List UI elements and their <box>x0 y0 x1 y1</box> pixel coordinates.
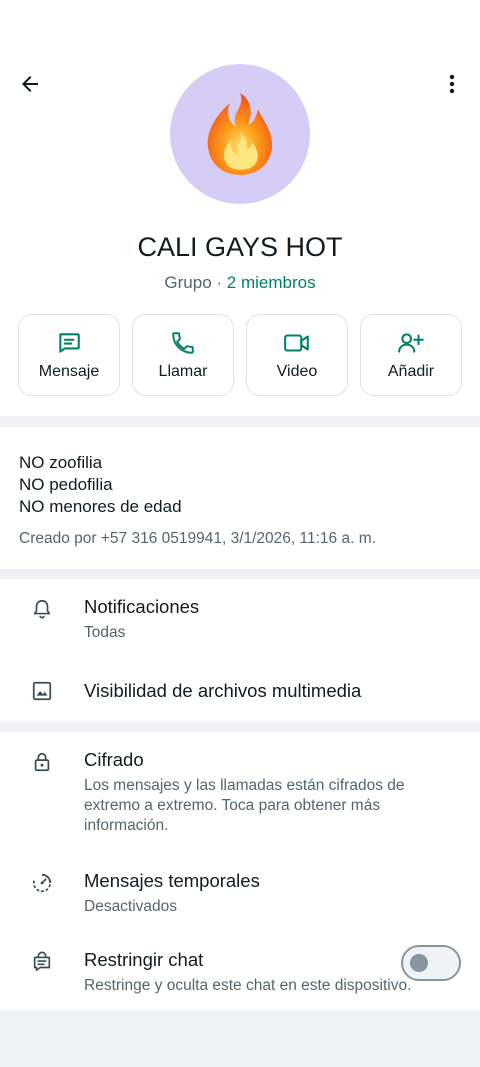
more-options-button[interactable] <box>436 68 468 100</box>
disappearing-subtitle: Desactivados <box>84 898 178 915</box>
video-button-label: Video <box>276 363 318 380</box>
message-button-label: Mensaje <box>38 363 100 380</box>
encryption-row[interactable]: Cifrado Los mensajes y las llamadas está… <box>0 736 480 846</box>
fire-icon <box>207 93 272 175</box>
back-button[interactable] <box>14 68 46 100</box>
group-info-screen: CALI GAYS HOT Grupo · 2 miembros Mensaje… <box>0 0 480 1010</box>
members-link[interactable]: 2 miembros <box>227 273 316 292</box>
video-button[interactable]: Video <box>246 314 348 396</box>
add-person-icon <box>397 329 425 357</box>
section-divider <box>0 416 480 427</box>
call-button[interactable]: Llamar <box>132 314 234 396</box>
add-member-button[interactable]: Añadir <box>360 314 462 396</box>
group-type: Grupo <box>164 273 212 292</box>
notifications-row[interactable]: Notificaciones Todas <box>0 582 480 654</box>
group-avatar[interactable] <box>170 64 310 204</box>
video-icon <box>283 329 311 357</box>
toggle-knob <box>410 954 428 972</box>
arrow-left-icon <box>22 76 38 92</box>
encryption-title: Cifrado <box>84 749 144 770</box>
more-vertical-icon <box>449 74 455 94</box>
phone-icon <box>169 329 197 357</box>
lock-icon <box>30 750 54 774</box>
disappearing-title: Mensajes temporales <box>84 870 260 891</box>
timer-icon <box>30 871 54 895</box>
restrict-chat-row[interactable]: Restringir chat Restringe y oculta este … <box>0 938 480 1010</box>
subtitle-separator: · <box>211 273 227 292</box>
notifications-title: Notificaciones <box>84 596 200 617</box>
message-button[interactable]: Mensaje <box>18 314 120 396</box>
bell-icon <box>30 597 54 621</box>
description-line: NO zoofilia <box>19 453 103 472</box>
restrict-chat-toggle[interactable] <box>401 945 461 981</box>
description-line: NO pedofilia <box>19 475 113 494</box>
encryption-subtitle: Los mensajes y las llamadas están cifrad… <box>84 777 405 834</box>
media-visibility-row[interactable]: Visibilidad de archivos multimedia <box>0 660 480 720</box>
description-line: NO menores de edad <box>19 497 182 516</box>
call-button-label: Llamar <box>158 363 208 380</box>
image-icon <box>30 679 54 703</box>
lock-chat-icon <box>30 950 54 974</box>
restrict-chat-subtitle: Restringe y oculta este chat en este dis… <box>84 977 412 994</box>
action-buttons: Mensaje Llamar Video Añadir <box>18 314 462 398</box>
notifications-subtitle: Todas <box>84 624 126 641</box>
group-description[interactable]: NO zoofilia NO pedofilia NO menores de e… <box>19 452 182 518</box>
media-visibility-title: Visibilidad de archivos multimedia <box>84 680 362 701</box>
restrict-chat-title: Restringir chat <box>84 949 204 970</box>
disappearing-messages-row[interactable]: Mensajes temporales Desactivados <box>0 858 480 928</box>
section-divider <box>0 569 480 579</box>
created-by-text: Creado por +57 316 0519941, 3/1/2026, 11… <box>19 530 376 547</box>
section-divider <box>0 722 480 732</box>
group-subtitle: Grupo · 2 miembros <box>0 273 480 293</box>
add-member-label: Añadir <box>387 363 435 380</box>
message-icon <box>55 329 83 357</box>
group-name: CALI GAYS HOT <box>137 232 343 262</box>
